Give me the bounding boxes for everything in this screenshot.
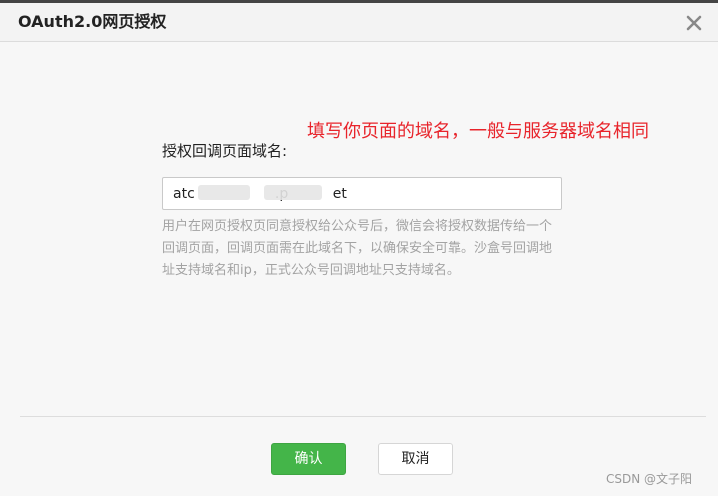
domain-input[interactable]: [162, 177, 562, 210]
dialog-title: OAuth2.0网页授权: [18, 12, 167, 31]
dialog-header: OAuth2.0网页授权: [0, 3, 718, 42]
confirm-button[interactable]: 确认: [271, 443, 346, 475]
domain-label: 授权回调页面域名:: [162, 142, 288, 160]
red-annotation: 填写你页面的域名，一般与服务器域名相同: [307, 121, 649, 142]
cancel-button[interactable]: 取消: [378, 443, 453, 475]
oauth-dialog: OAuth2.0网页授权 填写你页面的域名，一般与服务器域名相同 授权回调页面域…: [0, 0, 718, 496]
help-text: 用户在网页授权页同意授权给公众号后，微信会将授权数据传给一个回调页面，回调页面需…: [162, 219, 553, 278]
close-icon[interactable]: [684, 13, 704, 33]
csdn-watermark: CSDN @文子阳: [606, 472, 693, 486]
footer-divider: [20, 416, 706, 417]
